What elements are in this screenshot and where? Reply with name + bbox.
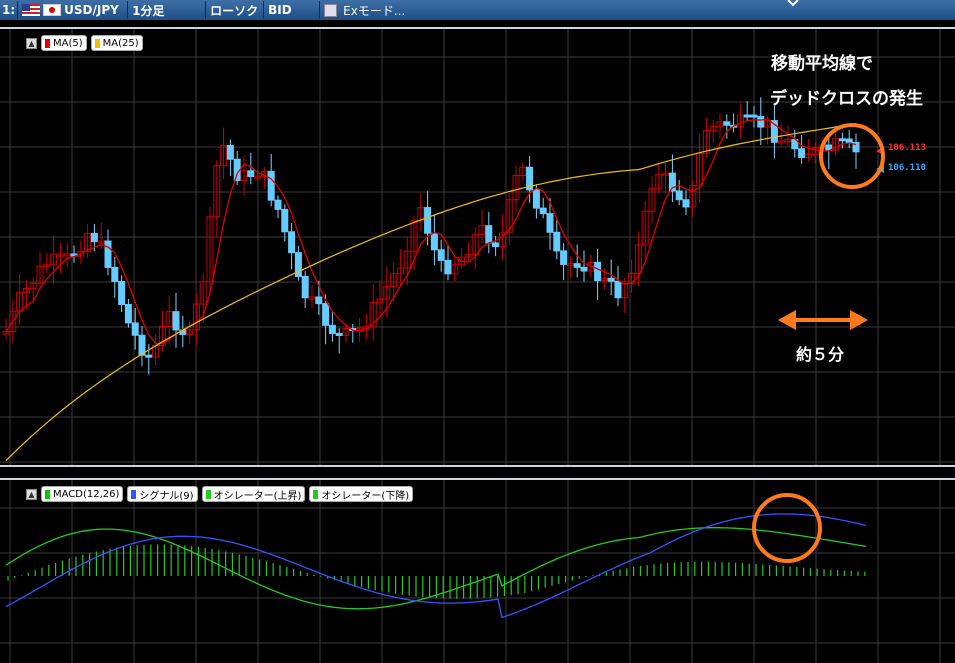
- signal-swatch: [131, 489, 137, 499]
- candle-body: [424, 207, 432, 234]
- candle-body: [90, 232, 98, 243]
- legend-osc-up[interactable]: オシレーター(上昇): [201, 486, 306, 502]
- candle-body: [485, 225, 493, 244]
- collapse-up-icon[interactable]: ▲: [26, 37, 37, 49]
- ma5-swatch: [45, 38, 50, 48]
- jp-flag-icon: [43, 4, 62, 16]
- candle-body: [118, 280, 126, 305]
- osc-down-swatch: [313, 489, 319, 499]
- price-type-selector[interactable]: BID: [264, 1, 321, 19]
- candle-body: [743, 114, 751, 118]
- candle-body: [111, 266, 119, 282]
- candle-body: [104, 240, 112, 268]
- candle-body: [328, 324, 336, 334]
- candle-body: [131, 322, 139, 336]
- price-type-label: BID: [268, 3, 292, 17]
- legend-macd[interactable]: MACD(12,26): [41, 486, 124, 502]
- us-flag-icon: [22, 4, 41, 16]
- chart-style-label: ローソク: [210, 3, 259, 18]
- candle-body: [594, 261, 602, 282]
- legend-macd-label: MACD(12,26): [53, 488, 120, 500]
- ma25-swatch: [94, 38, 100, 48]
- candle-body: [532, 189, 540, 209]
- candle-body: [553, 231, 561, 252]
- candle-body: [226, 144, 234, 160]
- legend-signal[interactable]: シグナル(9): [127, 486, 198, 502]
- candle-body: [267, 170, 275, 201]
- candle-body: [723, 121, 731, 126]
- dead-cross-highlight-circle: [819, 123, 885, 189]
- ex-mode-label: Exモード...: [343, 3, 406, 18]
- candle-body: [444, 259, 452, 275]
- legend-signal-label: シグナル(9): [139, 490, 194, 502]
- candle-body: [838, 138, 846, 142]
- ma5-price-tag: 106.113: [888, 143, 926, 153]
- candle-body: [437, 249, 445, 261]
- chart-toolbar: 1: USD/JPY 1分足 ローソク BID Exモード...: [0, 0, 955, 20]
- collapse-up-icon[interactable]: ▲: [26, 488, 37, 500]
- price-legend: ▲ MA(5) MA(25): [26, 35, 143, 51]
- legend-osc-up-label: オシレーター(上昇): [213, 490, 302, 502]
- candle-body: [335, 332, 343, 336]
- arrow-label: 約５分: [796, 345, 845, 364]
- legend-ma5-label: MA(5): [53, 37, 83, 49]
- candle-body: [757, 116, 765, 128]
- legend-ma25[interactable]: MA(25): [90, 35, 143, 51]
- legend-ma5[interactable]: MA(5): [41, 35, 87, 51]
- candle-body: [614, 280, 622, 299]
- candle-body: [430, 232, 438, 251]
- candle-body: [274, 199, 282, 210]
- pane-number-label: 1:: [2, 3, 16, 17]
- candle-body: [682, 199, 690, 208]
- macd-cross-highlight-circle: [752, 493, 822, 563]
- candle-body: [288, 231, 296, 254]
- legend-osc-down[interactable]: オシレーター(下降): [309, 486, 414, 502]
- pane-number: 1:: [0, 1, 19, 19]
- currency-pair-label: USD/JPY: [64, 3, 119, 17]
- macd-chart[interactable]: [0, 480, 955, 663]
- legend-ma25-label: MA(25): [102, 37, 139, 49]
- candle-body: [546, 213, 554, 233]
- candle-body: [845, 138, 853, 143]
- candle-body: [172, 311, 180, 331]
- ex-mode-toggle[interactable]: Exモード...: [320, 1, 409, 19]
- chevron-down-icon[interactable]: [787, 0, 799, 7]
- annotation-line1: 移動平均線で: [771, 54, 873, 74]
- legend-osc-down-label: オシレーター(下降): [321, 490, 410, 502]
- macd-legend: ▲ MACD(12,26) シグナル(9) オシレーター(上昇) オシレーター(…: [26, 486, 414, 502]
- osc-up-swatch: [205, 489, 211, 499]
- candle-body: [607, 277, 615, 282]
- price-chart-panel: ▲ MA(5) MA(25) 移動平均線で デッドクロスの発生 約５分 106.…: [0, 27, 955, 467]
- candle-body: [145, 354, 153, 358]
- candle-body: [301, 275, 309, 299]
- timeframe-label: 1分足: [132, 3, 165, 18]
- checkbox-icon[interactable]: [324, 3, 338, 17]
- candle-body: [798, 148, 806, 158]
- timeframe-selector[interactable]: 1分足: [128, 1, 207, 19]
- chart-style-selector[interactable]: ローソク: [206, 1, 265, 19]
- candle-body: [124, 303, 132, 324]
- candle-body: [492, 242, 500, 248]
- candle-body: [675, 190, 683, 201]
- candle-body: [539, 207, 547, 215]
- candle-body: [247, 170, 255, 177]
- macd-panel: ▲ MACD(12,26) シグナル(9) オシレーター(上昇) オシレーター(…: [0, 478, 955, 663]
- candle-body: [315, 296, 323, 305]
- macd-swatch: [45, 489, 50, 499]
- candle-body: [573, 263, 581, 268]
- candle-body: [580, 266, 588, 272]
- candle-body: [281, 208, 289, 233]
- candle-body: [322, 303, 330, 326]
- currency-pair-selector[interactable]: USD/JPY: [18, 1, 129, 19]
- candle-body: [560, 250, 568, 265]
- annotation-line2: デッドクロスの発生: [770, 89, 923, 109]
- candle-body: [750, 114, 758, 118]
- signal-line: [5, 513, 867, 619]
- price-tag: 106.110: [888, 163, 926, 173]
